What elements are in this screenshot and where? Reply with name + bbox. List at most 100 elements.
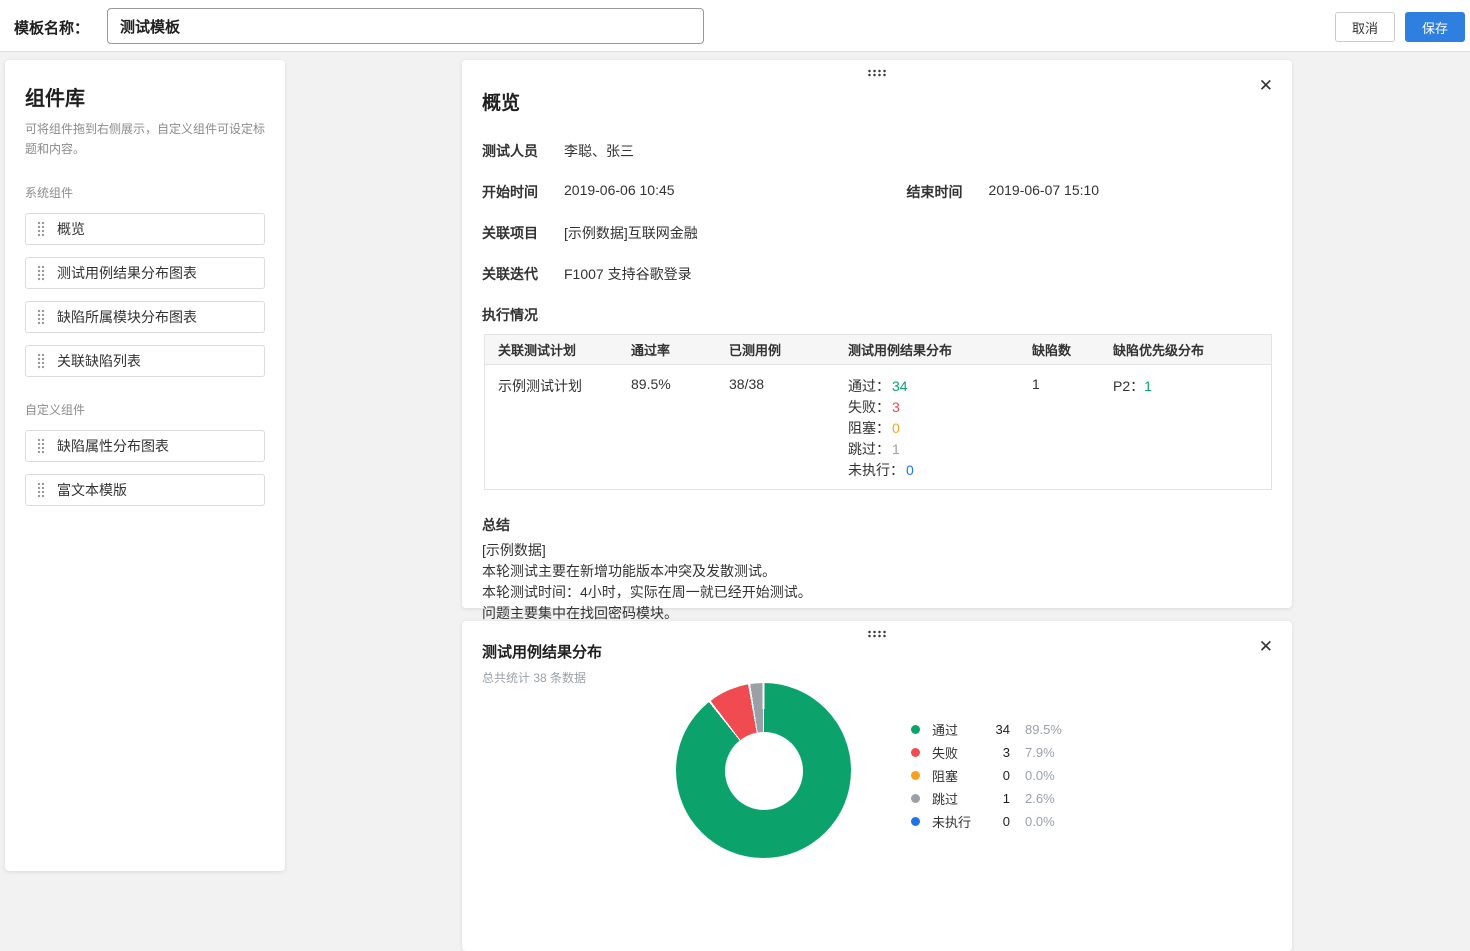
table-header-cell: 测试用例结果分布 (835, 340, 1019, 359)
distribution-line: 阻塞：0 (848, 418, 1019, 439)
legend-dot-icon (911, 771, 920, 780)
table-header-cell: 缺陷优先级分布 (1100, 340, 1271, 359)
project-row: 关联项目 [示例数据]互联网金融 (482, 223, 1272, 243)
component-item[interactable]: 富文本模版 (25, 474, 265, 506)
legend-dot-icon (911, 725, 920, 734)
save-button[interactable]: 保存 (1405, 12, 1465, 42)
template-name-input[interactable] (107, 8, 704, 44)
defect-count-cell: 1 (1019, 376, 1100, 481)
component-item-label: 缺陷属性分布图表 (57, 436, 169, 456)
component-item-label: 关联缺陷列表 (57, 351, 141, 371)
component-item[interactable]: 概览 (25, 213, 265, 245)
overview-title: 概览 (482, 88, 1272, 115)
result-distribution-cell: 通过：34失败：3阻塞：0跳过：1未执行：0 (835, 376, 1019, 481)
drag-handle-icon (37, 309, 45, 325)
end-time-label: 结束时间 (907, 182, 989, 202)
end-time-value: 2019-06-07 15:10 (989, 182, 1100, 202)
legend-value: 0 (982, 768, 1010, 783)
table-header-cell: 缺陷数 (1019, 340, 1100, 359)
drag-handle-icon (37, 221, 45, 237)
pass-rate-cell: 89.5% (618, 376, 716, 481)
summary-line: [示例数据] (482, 540, 1272, 561)
component-library-panel: 组件库 可将组件拖到右侧展示，自定义组件可设定标题和内容。 系统组件概览测试用例… (5, 60, 285, 871)
execution-table: 关联测试计划通过率已测用例测试用例结果分布缺陷数缺陷优先级分布 示例测试计划 8… (484, 334, 1272, 490)
component-item[interactable]: 测试用例结果分布图表 (25, 257, 265, 289)
legend-value: 1 (982, 791, 1010, 806)
legend-dot-icon (911, 817, 920, 826)
table-row: 示例测试计划 89.5% 38/38 通过：34失败：3阻塞：0跳过：1未执行：… (485, 365, 1271, 489)
legend-percent: 89.5% (1025, 722, 1062, 737)
chart-subtitle: 总共统计 38 条数据 (482, 669, 1272, 686)
legend-label: 跳过 (932, 789, 982, 808)
component-item-label: 富文本模版 (57, 480, 127, 500)
start-time-value: 2019-06-06 10:45 (564, 182, 675, 202)
component-item-label: 概览 (57, 219, 85, 239)
close-icon[interactable]: ✕ (1259, 638, 1273, 655)
summary-line: 本轮测试时间：4小时，实际在周一就已经开始测试。 (482, 582, 1272, 603)
drag-handle-icon (37, 438, 45, 454)
component-item-label: 缺陷所属模块分布图表 (57, 307, 197, 327)
table-header-cell: 通过率 (618, 340, 716, 359)
drag-handle-icon[interactable] (867, 630, 887, 638)
donut-hole (725, 732, 803, 810)
distribution-line: 失败：3 (848, 397, 1019, 418)
tester-value: 李聪、张三 (564, 141, 634, 161)
close-icon[interactable]: ✕ (1259, 77, 1273, 94)
chart-legend: 通过3489.5%失败37.9%阻塞00.0%跳过12.6%未执行00.0% (911, 718, 1062, 833)
legend-value: 3 (982, 745, 1010, 760)
component-item[interactable]: 缺陷属性分布图表 (25, 430, 265, 462)
legend-percent: 7.9% (1025, 745, 1055, 760)
tester-row: 测试人员 李聪、张三 (482, 141, 1272, 161)
drag-handle-icon[interactable] (867, 69, 887, 77)
top-header: 模板名称： 取消 保存 (0, 0, 1470, 52)
overview-card: ✕ 概览 测试人员 李聪、张三 开始时间 2019-06-06 10:45 结束… (462, 60, 1292, 608)
priority-label: P2： (1113, 378, 1144, 394)
legend-label: 未执行 (932, 812, 982, 831)
drag-handle-icon (37, 482, 45, 498)
iteration-value: F1007 支持谷歌登录 (564, 264, 692, 284)
legend-row: 跳过1 2.6% (911, 787, 1062, 810)
summary-text: [示例数据]本轮测试主要在新增功能版本冲突及发散测试。本轮测试时间：4小时，实际… (482, 540, 1272, 624)
start-time-label: 开始时间 (482, 182, 564, 202)
drag-handle-icon (37, 353, 45, 369)
legend-percent: 0.0% (1025, 814, 1055, 829)
tester-label: 测试人员 (482, 141, 564, 161)
drag-handle-icon (37, 265, 45, 281)
table-header-cell: 已测用例 (716, 340, 835, 359)
legend-value: 34 (982, 722, 1010, 737)
distribution-line: 通过：34 (848, 376, 1019, 397)
component-item[interactable]: 缺陷所属模块分布图表 (25, 301, 265, 333)
distribution-line: 未执行：0 (848, 460, 1019, 481)
project-value: [示例数据]互联网金融 (564, 223, 698, 243)
template-name-label: 模板名称： (14, 17, 89, 38)
component-item-label: 测试用例结果分布图表 (57, 263, 197, 283)
legend-percent: 0.0% (1025, 768, 1055, 783)
chart-title: 测试用例结果分布 (482, 641, 1272, 662)
component-library-title: 组件库 (25, 82, 265, 111)
table-header-cell: 关联测试计划 (485, 340, 618, 359)
project-label: 关联项目 (482, 223, 564, 243)
legend-row: 通过34 89.5% (911, 718, 1062, 741)
legend-dot-icon (911, 748, 920, 757)
distribution-line: 跳过：1 (848, 439, 1019, 460)
legend-percent: 2.6% (1025, 791, 1055, 806)
result-distribution-chart-card: ✕ 测试用例结果分布 总共统计 38 条数据 通过3489.5%失败37.9%阻… (462, 621, 1292, 951)
legend-dot-icon (911, 794, 920, 803)
cancel-button[interactable]: 取消 (1335, 12, 1395, 42)
component-sections: 系统组件概览测试用例结果分布图表缺陷所属模块分布图表关联缺陷列表自定义组件缺陷属… (25, 184, 265, 506)
iteration-label: 关联迭代 (482, 264, 564, 284)
plan-cell: 示例测试计划 (485, 376, 618, 481)
table-header-row: 关联测试计划通过率已测用例测试用例结果分布缺陷数缺陷优先级分布 (485, 335, 1271, 365)
summary-title: 总结 (482, 515, 1272, 535)
legend-label: 失败 (932, 743, 982, 762)
legend-label: 通过 (932, 720, 982, 739)
time-row: 开始时间 2019-06-06 10:45 结束时间 2019-06-07 15… (482, 182, 1272, 202)
section-label: 自定义组件 (25, 401, 265, 418)
component-item[interactable]: 关联缺陷列表 (25, 345, 265, 377)
legend-row: 未执行00.0% (911, 810, 1062, 833)
tested-cases-cell: 38/38 (716, 376, 835, 481)
execution-title: 执行情况 (482, 305, 1272, 325)
component-library-description: 可将组件拖到右侧展示，自定义组件可设定标题和内容。 (25, 120, 265, 160)
summary-line: 本轮测试主要在新增功能版本冲突及发散测试。 (482, 561, 1272, 582)
priority-value: 1 (1144, 378, 1152, 394)
